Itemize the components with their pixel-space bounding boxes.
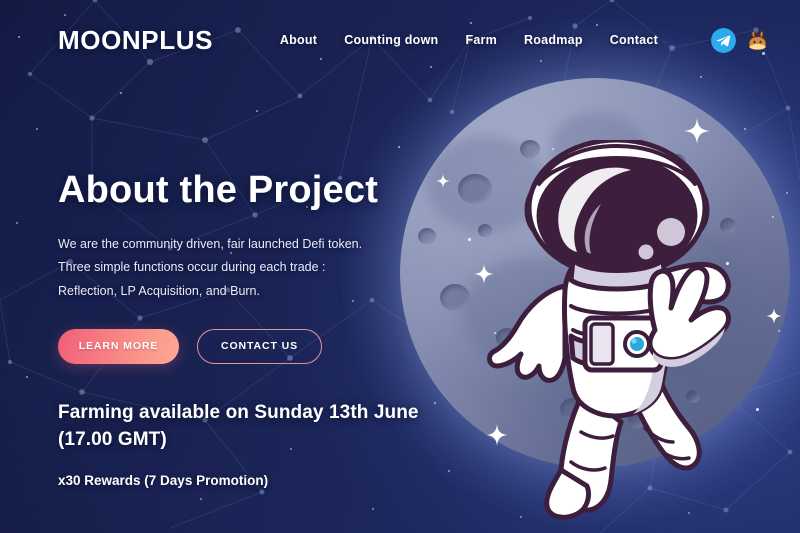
hero-description-line-1: We are the community driven, fair launch… — [58, 237, 363, 252]
hero-section-background: MOONPLUS About Counting down Farm Roadma… — [0, 0, 800, 533]
hero-content: About the Project We are the community d… — [58, 169, 478, 488]
hero-description-line-2: Three simple functions occur during each… — [58, 260, 326, 275]
nav-link-farm[interactable]: Farm — [465, 33, 497, 47]
nav-link-roadmap[interactable]: Roadmap — [524, 33, 583, 47]
sparkle-star-icon — [766, 308, 782, 324]
pancakeswap-bunny-icon[interactable] — [745, 28, 770, 53]
learn-more-button[interactable]: LEARN MORE — [58, 328, 179, 364]
nav-link-counting-down[interactable]: Counting down — [344, 33, 438, 47]
promo-headline-line-1: Farming available on Sunday 13th June — [58, 401, 419, 423]
hero-description: We are the community driven, fair launch… — [58, 233, 478, 303]
promo-headline: Farming available on Sunday 13th June (1… — [58, 400, 478, 454]
nav-link-contact[interactable]: Contact — [610, 33, 658, 47]
site-header: MOONPLUS About Counting down Farm Roadma… — [0, 0, 800, 80]
hero-button-row: LEARN MORE CONTACT US — [58, 328, 478, 364]
social-links — [711, 27, 770, 53]
hero-description-line-3: Reflection, LP Acquisition, and Burn. — [58, 283, 260, 298]
nav-link-about[interactable]: About — [280, 33, 317, 47]
contact-us-button[interactable]: CONTACT US — [197, 328, 322, 364]
logo-moonplus[interactable]: MOONPLUS — [58, 25, 213, 56]
promo-block: Farming available on Sunday 13th June (1… — [58, 400, 478, 488]
page-title: About the Project — [58, 169, 379, 211]
main-navigation: About Counting down Farm Roadmap Contact — [280, 27, 770, 53]
promo-subline: x30 Rewards (7 Days Promotion) — [58, 472, 269, 488]
promo-headline-line-2: (17.00 GMT) — [58, 428, 167, 450]
telegram-icon[interactable] — [711, 27, 736, 53]
astronaut-peace-sign-illustration — [487, 140, 731, 520]
